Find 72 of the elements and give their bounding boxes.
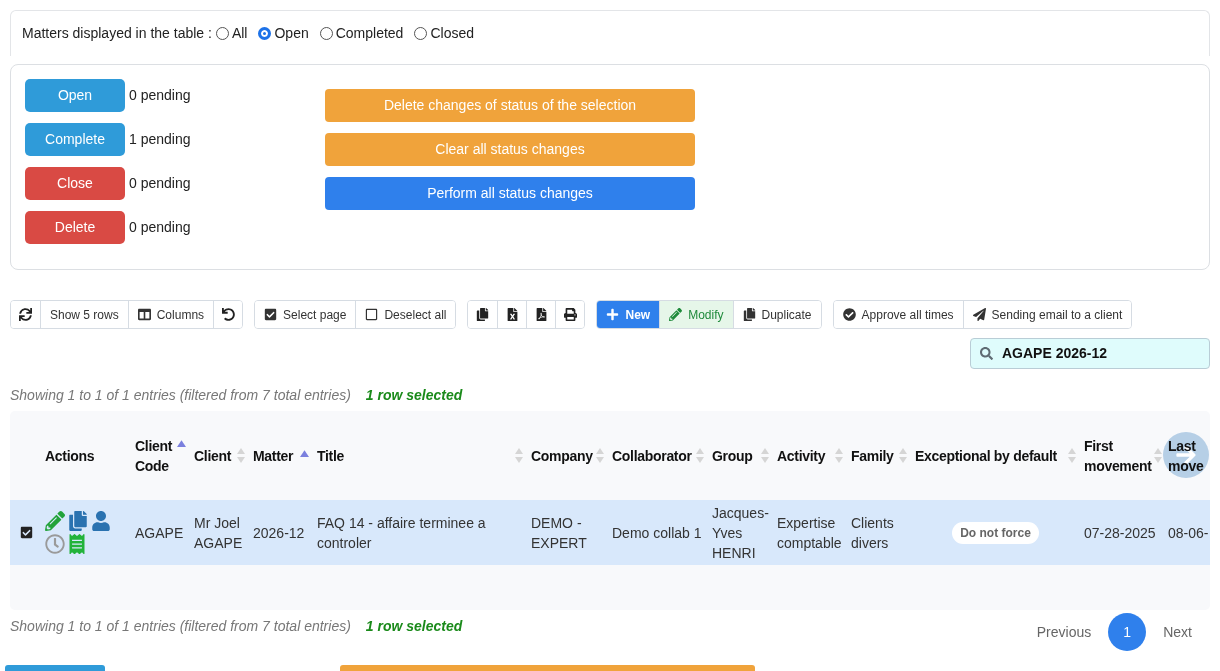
bulk-action-button[interactable]: Perform all status changes (325, 177, 695, 210)
copy-icon (476, 308, 490, 321)
checked-box-icon (264, 308, 278, 321)
table-cell: Jacques-Yves HENRI (708, 500, 773, 565)
page-link[interactable]: 1 (1108, 613, 1147, 651)
filter-option[interactable]: Closed (414, 23, 474, 44)
column-header[interactable]: Exceptional by default (911, 411, 1080, 500)
selection-info: 1 row selected (365, 616, 463, 636)
column-header[interactable]: First movement (1080, 411, 1166, 500)
column-header[interactable]: Client (190, 411, 249, 500)
plus-icon (606, 308, 620, 321)
column-header[interactable]: Title (313, 411, 527, 500)
excel-file-icon (506, 308, 519, 321)
table-cell: AGAPE (131, 500, 190, 565)
next-link[interactable]: Next (1163, 621, 1192, 643)
duplicate-button[interactable]: Duplicate (732, 301, 821, 328)
undo-icon (221, 308, 235, 321)
copy-icon[interactable] (68, 511, 88, 531)
filter-option[interactable]: Open (258, 23, 309, 44)
column-header[interactable]: Collaborator (608, 411, 708, 500)
user-icon[interactable] (91, 511, 111, 531)
table-cell: Demo collab 1 (608, 500, 708, 565)
filter-label: Matters displayed in the table : (22, 24, 212, 43)
deselect-button[interactable]: Deselect all (355, 301, 456, 328)
refresh-icon (19, 308, 32, 321)
entries-info: Showing 1 to 1 of 1 entries (filtered from 7 total entries) (10, 616, 351, 636)
selection-info: 1 row selected (365, 385, 463, 405)
modify-button[interactable]: Modify (659, 301, 733, 328)
reset-button[interactable] (213, 301, 243, 328)
table-cell: Expertise comptable (773, 500, 847, 565)
column-header[interactable]: Client Code (131, 411, 190, 500)
table-cell: Mr Joel AGAPE (190, 500, 249, 565)
print-icon (564, 308, 577, 321)
column-header: Actions (40, 411, 131, 500)
pending-count: 0 pending (129, 174, 191, 193)
search-input[interactable]: AGAPE 2026-12 (1002, 343, 1200, 364)
status-button[interactable]: Delete (25, 211, 125, 244)
pending-count: 1 pending (129, 130, 191, 149)
paper-plane-icon (972, 308, 986, 321)
pending-count: 0 pending (129, 218, 191, 237)
column-header[interactable]: Family (847, 411, 911, 500)
pending-count: 0 pending (129, 86, 191, 105)
status-badge: Do not force (952, 521, 1039, 544)
entries-info: Showing 1 to 1 of 1 entries (filtered from 7 total entries) (10, 385, 351, 405)
table-cell: Clients divers (847, 500, 911, 565)
column-header[interactable]: Activity (773, 411, 847, 500)
table-cell: DEMO - EXPERT (527, 500, 608, 565)
pdf-file-icon (535, 308, 548, 321)
email-button[interactable]: Sending email to a client (962, 301, 1132, 328)
table-cell: 2026-12 (249, 500, 313, 565)
table-cell: 07-28-2025 (1080, 500, 1166, 565)
column-header[interactable]: Last move (1166, 411, 1210, 500)
table-cell: FAQ 14 - affaire terminee a controler (313, 500, 527, 565)
previous-link[interactable]: Previous (1036, 621, 1092, 643)
row-checkbox[interactable] (20, 526, 33, 539)
filter-option[interactable]: All (215, 23, 248, 44)
search-field[interactable]: AGAPE 2026-12 (970, 338, 1210, 369)
columns-icon (137, 308, 151, 321)
copy-icon (742, 308, 756, 321)
table-cell: 08-06- (1166, 500, 1210, 565)
empty-box-icon (365, 308, 379, 321)
status-button[interactable]: Close (25, 167, 125, 200)
filter-option[interactable]: Completed (319, 23, 404, 44)
search-icon (980, 347, 993, 360)
column-header[interactable]: Group (708, 411, 773, 500)
scroll-right-icon[interactable] (1163, 432, 1209, 478)
pencil-icon (669, 308, 683, 321)
edit-icon[interactable] (45, 511, 65, 531)
new-button[interactable]: New (597, 301, 660, 328)
print-button[interactable] (555, 301, 585, 328)
column-header[interactable]: Matter (249, 411, 313, 500)
column-header[interactable]: Company (527, 411, 608, 500)
